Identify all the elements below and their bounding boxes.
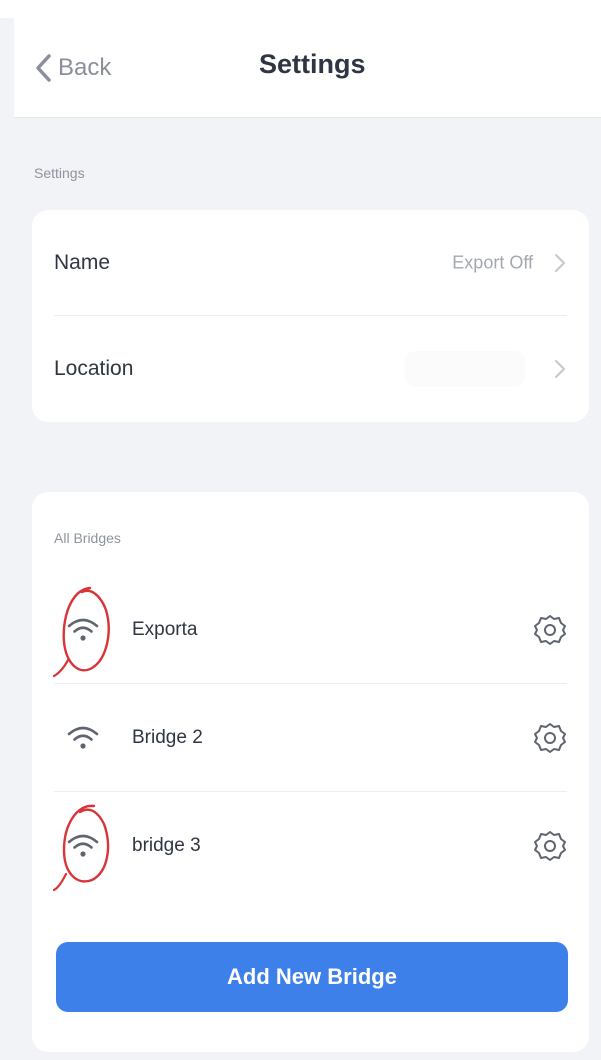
chevron-right-icon: [555, 360, 565, 378]
location-value: [405, 351, 525, 387]
chevron-left-icon: [36, 54, 51, 82]
wifi-icon: [67, 834, 99, 857]
bridges-section-label: All Bridges: [54, 530, 121, 546]
add-new-bridge-button[interactable]: Add New Bridge: [56, 942, 568, 1012]
location-label: Location: [54, 357, 134, 380]
chevron-right-icon: [555, 254, 565, 272]
name-value: Export Off: [452, 252, 533, 273]
page-title: Settings: [259, 49, 366, 79]
bridges-card: All Bridges Exporta Bridge 2 bridge 3 Ad…: [32, 492, 589, 1052]
settings-section-label: Settings: [34, 165, 85, 181]
bridge-name: Exporta: [132, 619, 198, 640]
location-row[interactable]: Location: [32, 316, 589, 422]
name-label: Name: [54, 251, 111, 274]
wifi-icon: [67, 726, 99, 749]
gear-icon[interactable]: [533, 721, 567, 755]
settings-screen: Back Settings Settings Name Export Off L…: [0, 0, 601, 1060]
name-row[interactable]: Name Export Off: [32, 210, 589, 316]
bridge-row-bridge-2[interactable]: Bridge 2: [32, 684, 589, 792]
back-label: Back: [58, 54, 112, 81]
settings-card: Name Export Off Location: [32, 210, 589, 422]
gear-icon[interactable]: [533, 613, 567, 647]
bridge-name: Bridge 2: [132, 727, 203, 748]
navigation-bar: Back Settings: [14, 18, 601, 118]
gear-icon[interactable]: [533, 829, 567, 863]
wifi-icon: [67, 618, 99, 641]
back-button[interactable]: Back: [34, 50, 111, 86]
bridge-row-exporta[interactable]: Exporta: [32, 576, 589, 684]
bridge-row-bridge-3[interactable]: bridge 3: [32, 792, 589, 900]
status-area: [0, 0, 601, 18]
bridge-name: bridge 3: [132, 835, 201, 856]
